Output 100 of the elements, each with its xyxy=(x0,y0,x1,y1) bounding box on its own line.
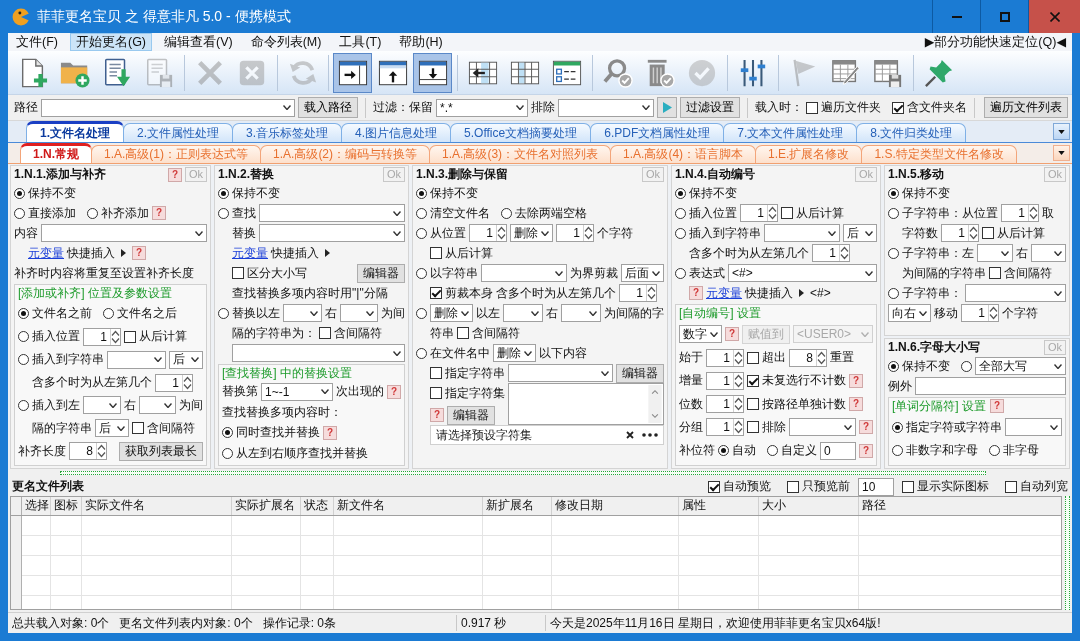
spin-box[interactable]: 1 xyxy=(706,395,744,414)
tab[interactable]: 4.图片信息处理 xyxy=(341,123,452,142)
radio-button[interactable] xyxy=(416,227,427,239)
radio-button[interactable] xyxy=(888,287,899,299)
checkbox[interactable] xyxy=(430,287,442,299)
menu-item[interactable]: 编辑查看(V) xyxy=(158,33,239,51)
radio-button[interactable] xyxy=(222,427,233,439)
radio-button[interactable] xyxy=(888,187,899,199)
help-button[interactable]: ? xyxy=(849,397,863,412)
spinner-arrows-icon[interactable] xyxy=(968,225,978,241)
spin-box[interactable]: 1 xyxy=(740,204,778,222)
checkbox[interactable] xyxy=(747,351,759,364)
menu-item[interactable]: 帮助(H) xyxy=(393,33,449,51)
help-button[interactable]: ? xyxy=(132,246,146,260)
radio-button[interactable] xyxy=(501,207,512,219)
combo-box[interactable] xyxy=(977,244,1013,262)
radio-button[interactable] xyxy=(888,247,899,259)
column-header[interactable]: 修改日期 xyxy=(552,497,679,515)
checkbox[interactable] xyxy=(806,101,818,114)
radio-button[interactable] xyxy=(222,447,233,459)
radio-button[interactable] xyxy=(675,267,686,279)
radio-button[interactable] xyxy=(416,347,427,359)
column-header[interactable]: 新文件名 xyxy=(334,497,483,515)
spinner-arrows-icon[interactable] xyxy=(583,225,593,241)
combo-box[interactable]: <#> xyxy=(728,264,877,282)
combo-box[interactable] xyxy=(503,304,543,322)
spin-box[interactable]: 1 xyxy=(1001,204,1039,222)
radio-button[interactable] xyxy=(675,207,686,219)
menu-item[interactable]: 命令列表(M) xyxy=(244,33,328,51)
link[interactable]: 元变量 xyxy=(706,284,742,302)
help-button[interactable]: ? xyxy=(725,327,739,342)
spinner-arrows-icon[interactable] xyxy=(767,205,777,221)
checkbox[interactable] xyxy=(787,480,799,493)
action-button[interactable]: 编辑器 xyxy=(447,405,495,425)
text-field[interactable]: 0 xyxy=(820,441,856,460)
tab[interactable]: 2.文件属性处理 xyxy=(123,123,234,142)
dropdown[interactable]: 向右 xyxy=(888,304,931,322)
checkbox[interactable] xyxy=(430,367,442,379)
combo-box[interactable] xyxy=(339,304,378,322)
spinner-arrows-icon[interactable] xyxy=(839,245,849,261)
tab[interactable]: 1.文件名处理 xyxy=(26,121,124,142)
radio-button[interactable] xyxy=(103,308,114,320)
radio-button[interactable] xyxy=(718,445,729,457)
combo-box[interactable] xyxy=(789,418,856,437)
radio-button[interactable] xyxy=(416,187,427,199)
spin-box[interactable]: 1 xyxy=(812,244,850,262)
tab[interactable]: 3.音乐标签处理 xyxy=(232,123,343,142)
checkbox[interactable] xyxy=(989,267,1001,279)
dropdown[interactable]: 数字 xyxy=(679,325,722,344)
preset-picker[interactable]: 请选择预设字符集 xyxy=(430,425,664,445)
traverse-list-button[interactable]: 遍历文件列表 xyxy=(984,97,1068,118)
spinner-arrows-icon[interactable] xyxy=(1028,205,1038,221)
radio-button[interactable] xyxy=(892,421,903,433)
column-header[interactable]: 属性 xyxy=(679,497,759,515)
checkbox[interactable] xyxy=(1005,480,1017,493)
spin-box[interactable]: 1 xyxy=(706,371,744,390)
filter-settings-button[interactable]: 过滤设置 xyxy=(680,97,740,118)
help-button[interactable]: ? xyxy=(859,443,873,458)
checkbox[interactable] xyxy=(781,207,793,219)
radio-button[interactable] xyxy=(416,307,427,319)
spin-box[interactable]: 1 xyxy=(556,224,594,242)
search-check-icon[interactable] xyxy=(602,57,633,88)
help-button[interactable]: ? xyxy=(152,206,166,220)
combo-box[interactable] xyxy=(138,396,176,415)
close-button[interactable] xyxy=(1028,0,1080,33)
checkbox[interactable] xyxy=(124,330,136,343)
checkbox[interactable] xyxy=(708,480,720,493)
tab[interactable]: 6.PDF文档属性处理 xyxy=(590,123,725,142)
radio-button[interactable] xyxy=(14,187,25,199)
menu-item[interactable]: 工具(T) xyxy=(333,33,388,51)
spin-box[interactable]: 1 xyxy=(961,304,999,322)
combo-box[interactable]: 全部大写 xyxy=(975,357,1066,375)
splitter-handle[interactable] xyxy=(60,471,986,475)
exclude-combo[interactable] xyxy=(558,98,654,117)
filter-combo[interactable]: *.* xyxy=(436,98,528,117)
combo-box[interactable] xyxy=(481,264,567,282)
column-header[interactable]: 实际文件名 xyxy=(82,497,232,515)
dropdown[interactable]: 删除 xyxy=(430,304,473,322)
link[interactable]: 元变量 xyxy=(28,244,64,262)
column-header[interactable]: 状态 xyxy=(301,497,334,515)
dropdown[interactable]: 后 xyxy=(169,350,203,369)
radio-button[interactable] xyxy=(18,308,29,320)
column-header[interactable]: 实际扩展名 xyxy=(232,497,301,515)
radio-button[interactable] xyxy=(961,360,972,372)
tab[interactable]: 7.文本文件属性处理 xyxy=(723,123,858,142)
combo-box[interactable] xyxy=(259,224,405,242)
action-button[interactable]: 获取列表最长 xyxy=(119,441,203,461)
spinner-arrows-icon[interactable] xyxy=(496,225,506,241)
combo-box[interactable] xyxy=(83,396,121,415)
more-icon[interactable] xyxy=(642,433,658,437)
radio-button[interactable] xyxy=(87,207,98,219)
spinner-arrows-icon[interactable] xyxy=(988,305,998,321)
combo-box[interactable] xyxy=(1005,418,1062,437)
checkbox[interactable] xyxy=(319,327,331,339)
help-button[interactable]: ? xyxy=(849,373,863,388)
checkbox[interactable] xyxy=(892,101,904,114)
checkbox[interactable] xyxy=(747,398,759,411)
spin-box[interactable]: 1 xyxy=(706,348,744,367)
help-button[interactable]: ? xyxy=(430,408,444,422)
combo-box[interactable] xyxy=(561,304,601,322)
